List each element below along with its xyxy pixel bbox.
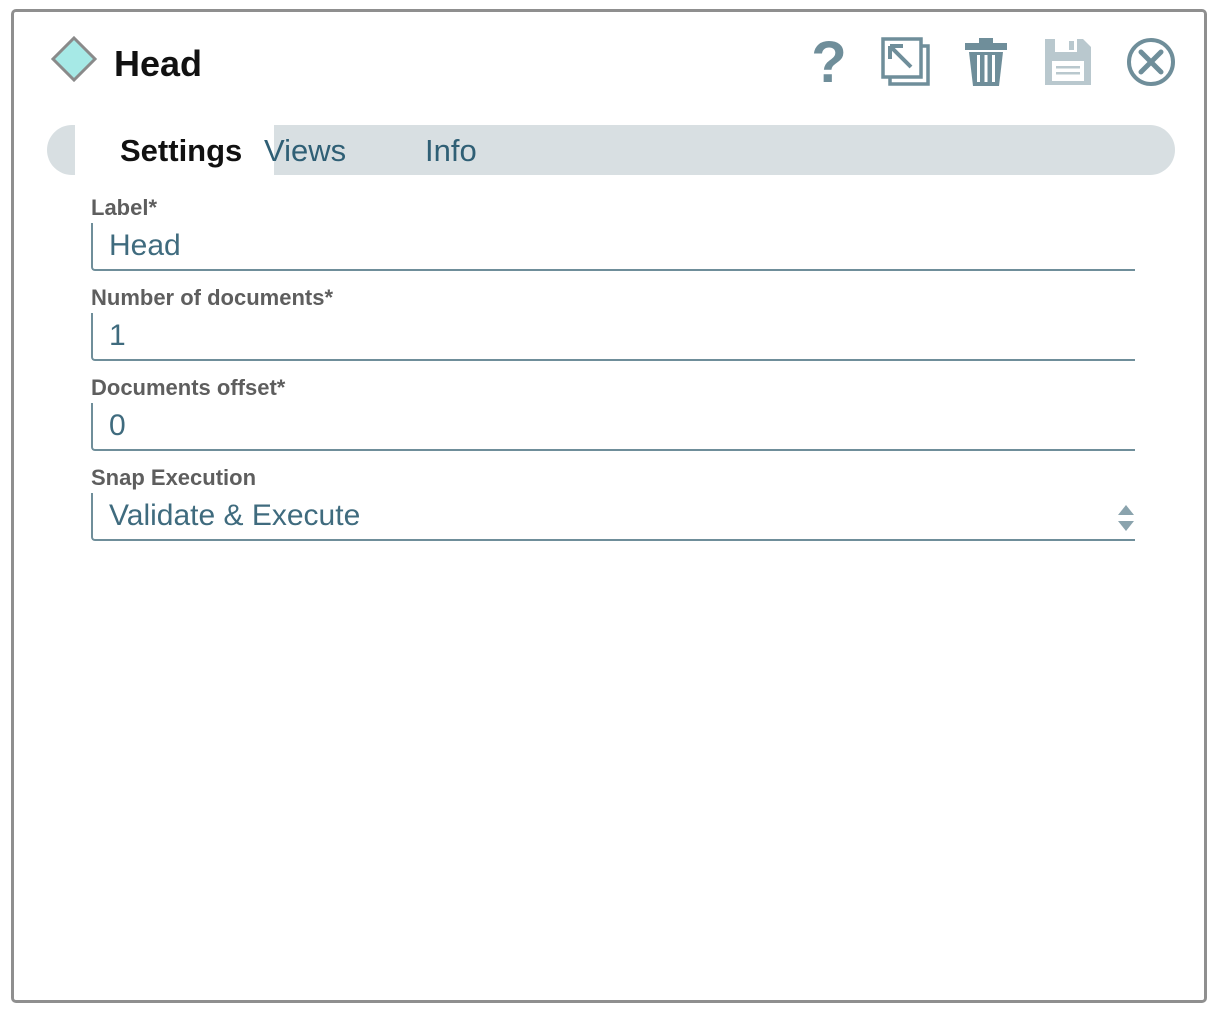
svg-text:?: ? [811,34,846,90]
export-button[interactable] [880,34,932,90]
documents-offset-label: Documents offset* [91,375,286,400]
number-of-documents-label: Number of documents* [91,285,334,310]
dialog-header: Head ? [14,12,1204,122]
diamond-icon [51,36,97,82]
dialog-title: Head [114,43,203,84]
snap-execution-value: Validate & Execute [109,499,361,532]
tab-views[interactable]: Views [264,125,346,175]
help-button[interactable]: ? [803,34,855,90]
export-icon [881,37,930,86]
snap-execution-select[interactable]: Validate & Execute [91,493,1135,541]
label-field-label: Label* [91,195,158,220]
close-circle-icon [1127,38,1175,86]
tab-bar: Settings Views Info [47,125,1175,175]
floppy-disk-icon [1045,39,1091,85]
save-button[interactable] [1042,34,1094,90]
label-input-value: Head [109,229,181,262]
documents-offset-value: 0 [109,409,126,442]
close-button[interactable] [1125,34,1177,90]
tab-settings[interactable]: Settings [75,125,275,175]
tab-info[interactable]: Info [425,125,477,175]
trash-icon [965,38,1007,86]
documents-offset-input[interactable]: 0 [91,403,1135,451]
number-of-documents-input[interactable]: 1 [91,313,1135,361]
question-mark-icon: ? [811,34,846,90]
delete-button[interactable] [960,34,1012,90]
select-arrows-icon [1118,505,1134,531]
label-input[interactable]: Head [91,223,1135,271]
snap-execution-label: Snap Execution [91,465,257,490]
snap-settings-dialog: Head ? Settings Views Info Label* Head N… [11,9,1207,1003]
number-of-documents-value: 1 [109,319,126,352]
